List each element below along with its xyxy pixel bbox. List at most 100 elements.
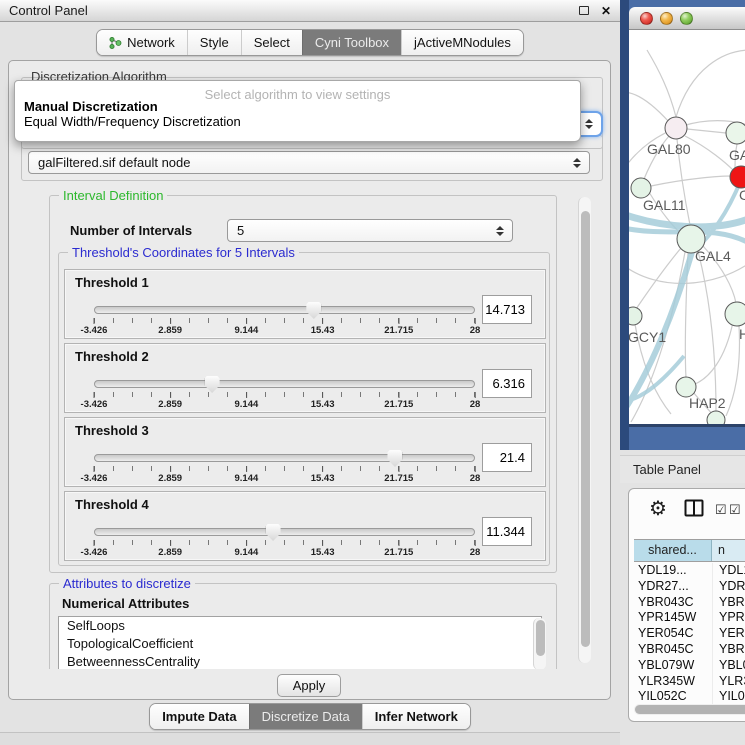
network-window-titlebar[interactable] xyxy=(629,7,745,30)
table-horizontal-scrollbar-thumb[interactable] xyxy=(635,705,745,714)
table-cell-shared-name[interactable]: YDL19... xyxy=(634,563,712,579)
network-node-hap2[interactable] xyxy=(676,377,696,397)
tab-jactivemnodules[interactable]: jActiveMNodules xyxy=(401,30,523,55)
attributes-listbox[interactable]: SelfLoopsTopologicalCoefficientBetweenne… xyxy=(58,616,542,669)
slider-handle[interactable] xyxy=(387,450,402,467)
threshold-2-slider[interactable] xyxy=(94,380,475,390)
attributes-list-scrollbar[interactable] xyxy=(533,618,546,669)
table-header-shared-name[interactable]: shared... xyxy=(634,540,712,561)
table-cell-shared-name[interactable]: YBR043C xyxy=(634,595,712,611)
network-canvas[interactable]: GAL80 GA C GAL11 GAL4 GCY1 H HAP2 xyxy=(629,30,745,424)
table-cell-shared-name[interactable]: YER054C xyxy=(634,626,712,642)
slider-handle[interactable] xyxy=(306,302,321,319)
checkbox-checked-icon[interactable]: ☑ xyxy=(729,502,741,518)
table-row[interactable]: YBR043C YBR0 xyxy=(634,595,745,611)
threshold-1-slider[interactable] xyxy=(94,306,475,316)
table-row[interactable]: YBR045C YBR0 xyxy=(634,642,745,658)
bottom-tab-group: Impute Data Discretize Data Infer Networ… xyxy=(149,703,471,730)
table-cell-name[interactable]: YBL0 xyxy=(712,658,745,674)
bottom-tab-discretize-data[interactable]: Discretize Data xyxy=(249,704,362,729)
slider-tick-label: 2.859 xyxy=(158,547,182,558)
table-cell-shared-name[interactable]: YLR345W xyxy=(634,674,712,690)
slider-tick-labels: -3.4262.8599.14415.4321.71528 xyxy=(94,471,475,482)
network-node-gal11[interactable] xyxy=(631,178,651,198)
table-row[interactable]: YBL079W YBL0 xyxy=(634,658,745,674)
tab-style-label: Style xyxy=(200,35,229,50)
table-cell-shared-name[interactable]: YBL079W xyxy=(634,658,712,674)
top-tab-bar: Network Style Select Cyni Toolbox jActiv… xyxy=(0,29,620,56)
table-row[interactable]: YLR345W YLR3 xyxy=(634,674,745,690)
table-row[interactable]: YIL052C YIL0 xyxy=(634,689,745,705)
attribute-item[interactable]: BetweennessCentrality xyxy=(59,653,541,669)
table-cell-shared-name[interactable]: YDR27... xyxy=(634,579,712,595)
network-node-bottom[interactable] xyxy=(707,411,725,424)
close-icon[interactable]: ✕ xyxy=(601,4,611,18)
threshold-panel-4: Threshold 4 -3.4262.8599.14415.4321.7152… xyxy=(64,491,546,561)
table-cell-name[interactable]: YIL0 xyxy=(712,689,745,705)
attribute-item[interactable]: SelfLoops xyxy=(59,617,541,635)
network-node-h[interactable] xyxy=(725,302,745,326)
tab-style[interactable]: Style xyxy=(187,30,241,55)
gear-icon[interactable]: ⚙ xyxy=(649,496,667,521)
traffic-light-minimize-icon[interactable] xyxy=(660,12,673,25)
float-window-icon[interactable] xyxy=(579,6,589,15)
threshold-4-value-input[interactable] xyxy=(482,517,532,546)
traffic-light-zoom-icon[interactable] xyxy=(680,12,693,25)
table-cell-name[interactable]: YBR0 xyxy=(712,595,745,611)
apply-button[interactable]: Apply xyxy=(277,674,341,697)
attribute-item[interactable]: TopologicalCoefficient xyxy=(59,635,541,653)
number-of-intervals-combobox[interactable]: 5 xyxy=(227,219,513,242)
threshold-4-slider[interactable] xyxy=(94,528,475,538)
number-of-intervals-value: 5 xyxy=(237,223,244,238)
threshold-3-value-input[interactable] xyxy=(482,443,532,472)
table-cell-name[interactable]: YPR1 xyxy=(712,610,745,626)
algorithm-combobox[interactable] xyxy=(579,111,603,137)
slider-tick-label: 28 xyxy=(470,399,481,410)
table-data-combobox[interactable]: galFiltered.sif default node xyxy=(28,151,590,174)
combo-arrows-icon xyxy=(496,226,505,236)
threshold-1-value-input[interactable] xyxy=(482,295,532,324)
popup-item-equal-width[interactable]: Equal Width/Frequency Discretization xyxy=(15,114,580,129)
table-cell-name[interactable]: YBR0 xyxy=(712,642,745,658)
table-row[interactable]: YDR27... YDR2 xyxy=(634,579,745,595)
network-node-topright[interactable] xyxy=(726,122,745,144)
table-cell-shared-name[interactable]: YPR145W xyxy=(634,610,712,626)
threshold-3-slider[interactable] xyxy=(94,454,475,464)
network-node-gal80[interactable] xyxy=(665,117,687,139)
network-node-label: H xyxy=(739,326,745,342)
network-node-gcy1[interactable] xyxy=(629,307,642,325)
table-row[interactable]: YER054C YER0 xyxy=(634,626,745,642)
network-node-label: C xyxy=(739,187,745,203)
split-view-icon[interactable] xyxy=(684,499,704,518)
bottom-tab-infer-network[interactable]: Infer Network xyxy=(362,704,470,729)
tab-network[interactable]: Network xyxy=(97,30,187,55)
traffic-light-close-icon[interactable] xyxy=(640,12,653,25)
slider-handle[interactable] xyxy=(205,376,220,393)
slider-track[interactable] xyxy=(94,306,475,314)
table-cell-name[interactable]: YLR3 xyxy=(712,674,745,690)
slider-track[interactable] xyxy=(94,380,475,388)
settings-scrollbar[interactable] xyxy=(578,197,591,663)
checkbox-checked-icon[interactable]: ☑ xyxy=(715,502,727,518)
table-horizontal-scrollbar[interactable] xyxy=(634,704,745,715)
threshold-2-value-input[interactable] xyxy=(482,369,532,398)
table-row[interactable]: YDL19... YDL1 xyxy=(634,563,745,579)
table-row[interactable]: YPR145W YPR1 xyxy=(634,610,745,626)
slider-track[interactable] xyxy=(94,528,475,536)
table-cell-shared-name[interactable]: YBR045C xyxy=(634,642,712,658)
table-cell-name[interactable]: YDL1 xyxy=(712,563,745,579)
slider-handle[interactable] xyxy=(266,524,281,541)
attributes-list-scrollbar-thumb[interactable] xyxy=(536,620,545,656)
combo-arrows-icon xyxy=(585,119,594,129)
table-cell-name[interactable]: YDR2 xyxy=(712,579,745,595)
slider-track[interactable] xyxy=(94,454,475,462)
tab-cyni-toolbox[interactable]: Cyni Toolbox xyxy=(302,30,401,55)
control-panel-title: Control Panel xyxy=(9,3,88,18)
bottom-tab-impute-data[interactable]: Impute Data xyxy=(150,704,248,729)
settings-scrollbar-thumb[interactable] xyxy=(581,211,590,647)
table-cell-shared-name[interactable]: YIL052C xyxy=(634,689,712,705)
tab-select[interactable]: Select xyxy=(241,30,302,55)
table-cell-name[interactable]: YER0 xyxy=(712,626,745,642)
table-data-value: galFiltered.sif default node xyxy=(38,155,190,170)
table-header-name[interactable]: n xyxy=(712,540,745,561)
